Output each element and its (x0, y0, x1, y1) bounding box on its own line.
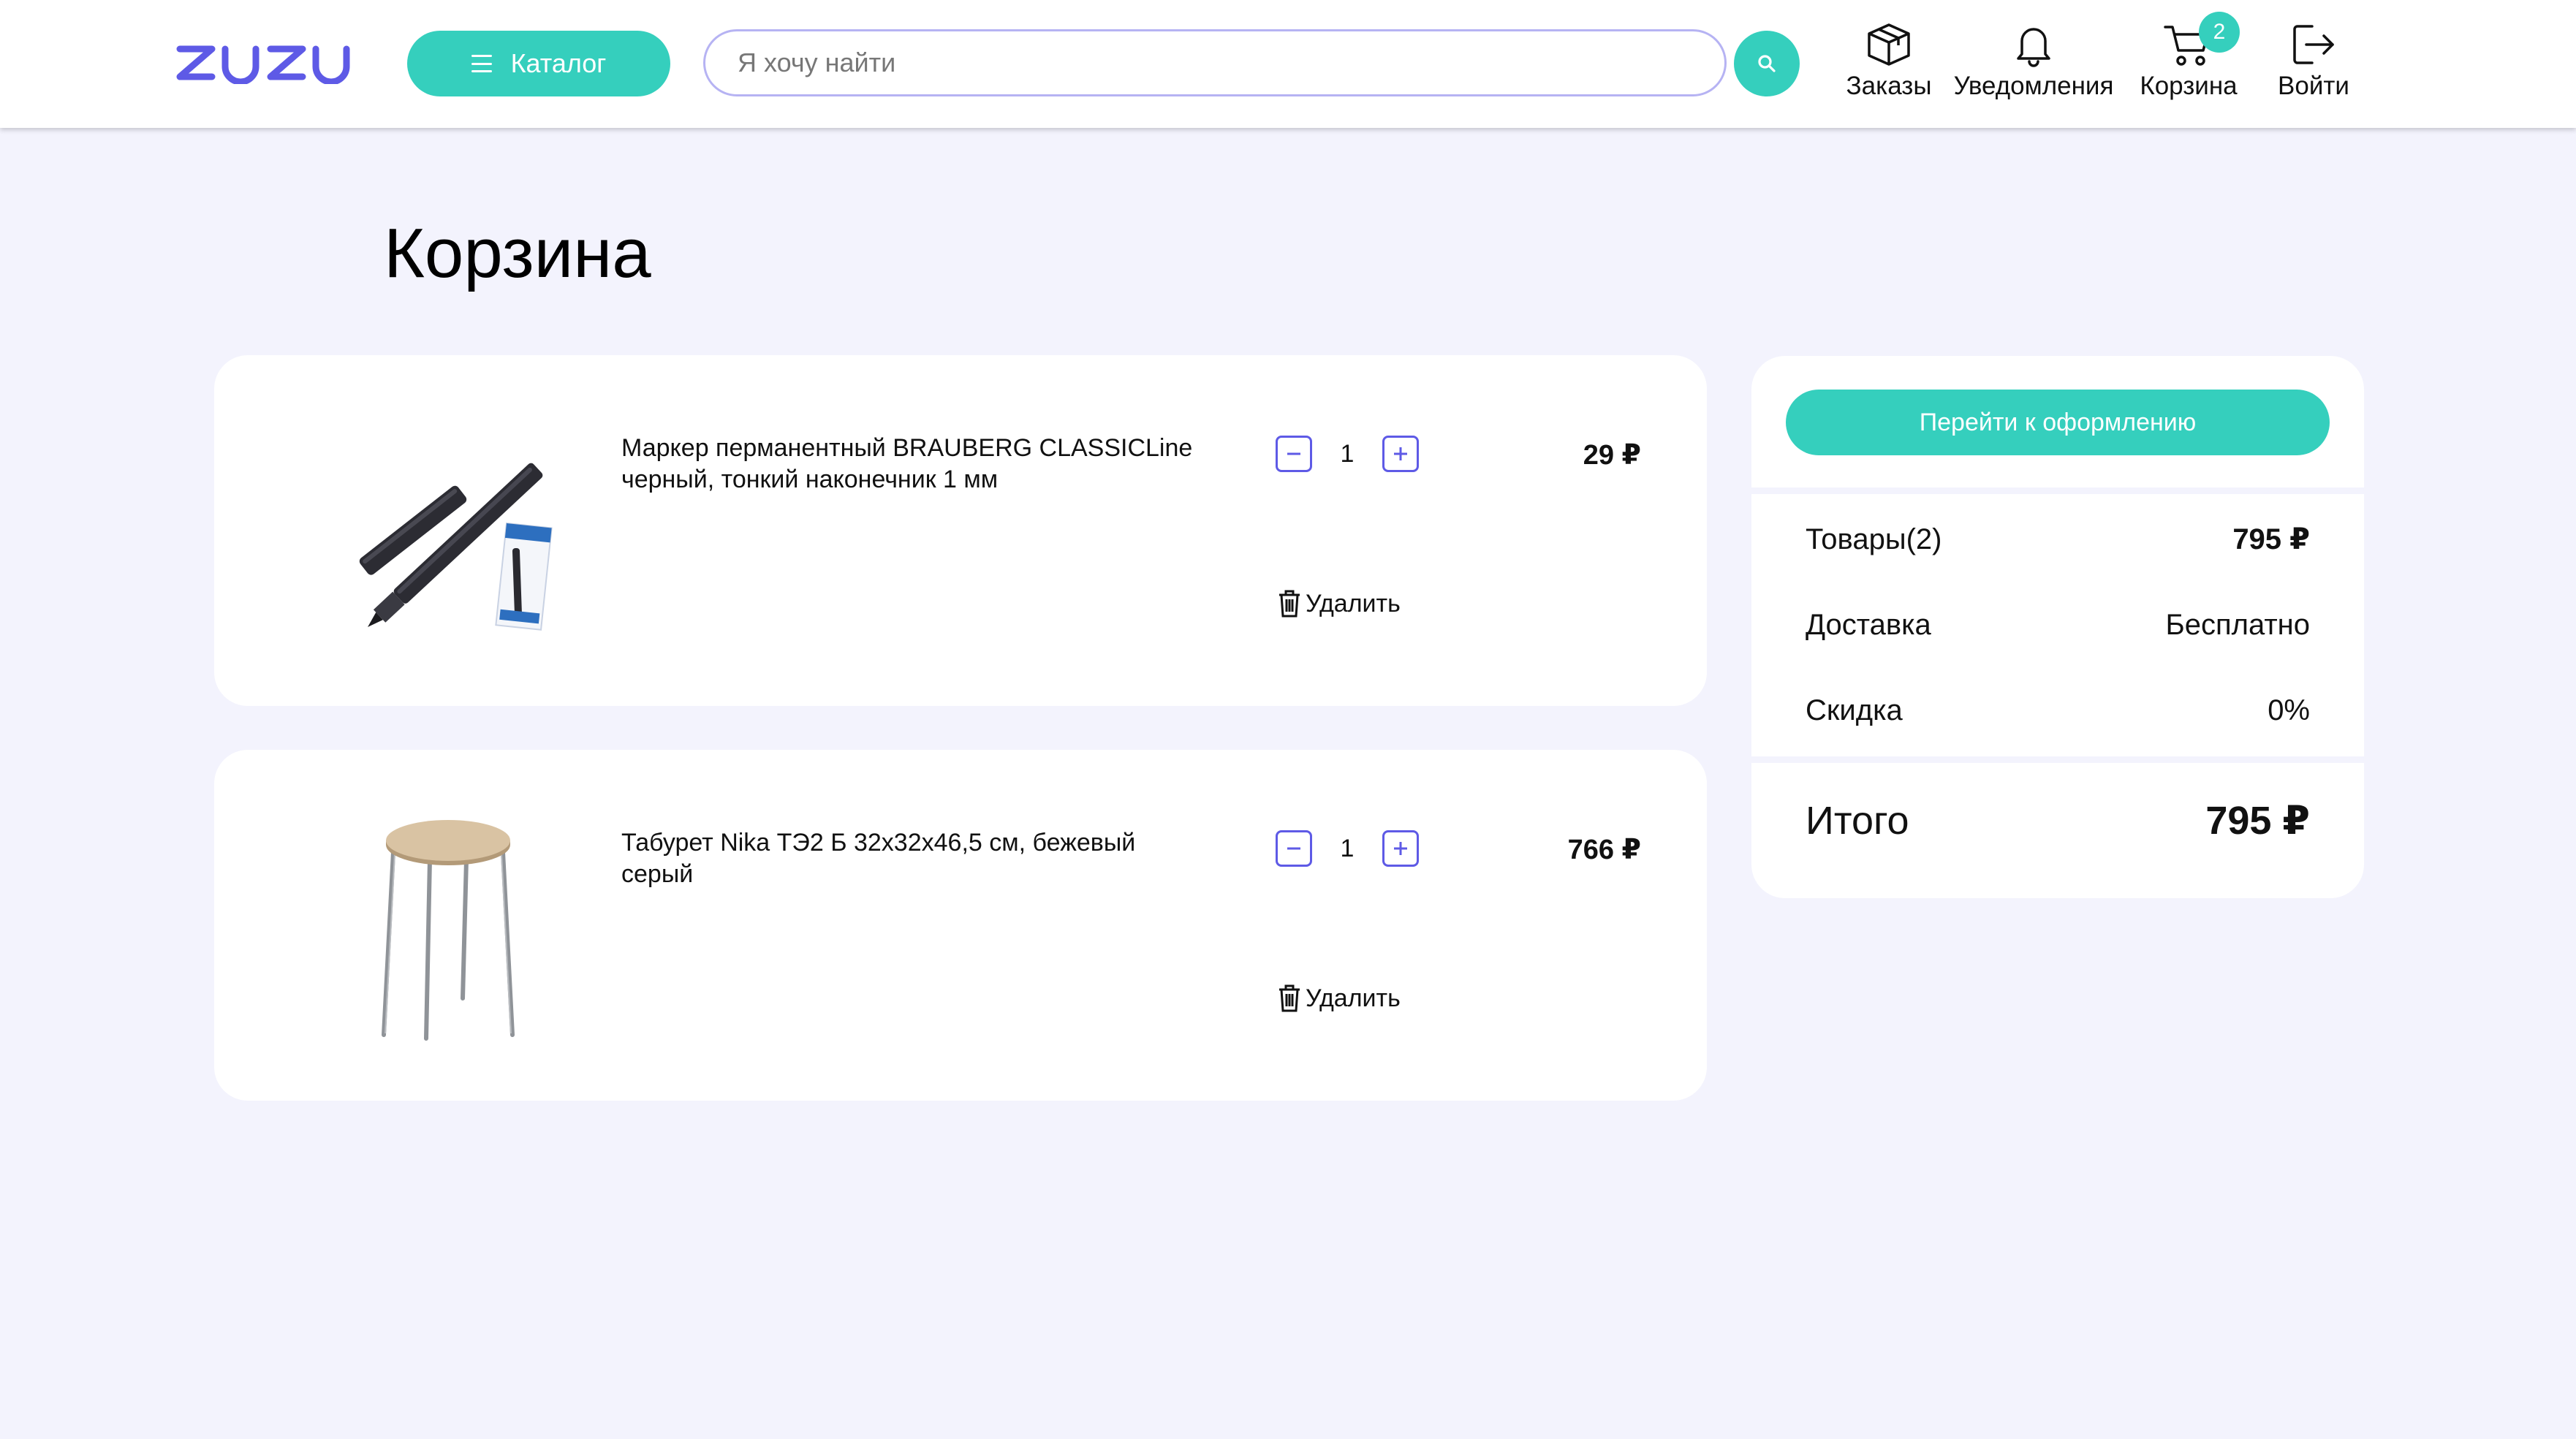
item-price: 29 ₽ (1583, 440, 1641, 471)
quantity-value: 1 (1340, 439, 1355, 468)
summary-goods-row: Товары(2) 795 ₽ (1806, 523, 2310, 556)
nav-cart-label: Корзина (2140, 72, 2238, 100)
quantity-stepper: 1 (1276, 436, 1419, 472)
delete-label: Удалить (1306, 984, 1401, 1012)
catalog-label: Каталог (510, 48, 607, 78)
nav-orders[interactable]: Заказы (1842, 20, 1936, 101)
item-name[interactable]: Табурет Nika ТЭ2 Б 32х32х46,5 см, бежевы… (621, 827, 1199, 890)
item-name[interactable]: Маркер перманентный BRAUBERG CLASSICLine… (621, 433, 1199, 496)
delete-item-button[interactable]: Удалить (1278, 984, 1401, 1013)
minus-icon (1287, 452, 1300, 455)
delivery-label: Доставка (1806, 609, 1931, 641)
summary-total-row: Итого 795 ₽ (1806, 797, 2310, 843)
nav-notifications[interactable]: Уведомления (1950, 20, 2118, 101)
page-title: Корзина (384, 214, 651, 292)
increase-quantity-button[interactable] (1382, 830, 1419, 867)
goods-value: 795 ₽ (2232, 523, 2310, 555)
nav-login[interactable]: Войти (2270, 20, 2357, 101)
stool-image[interactable] (324, 808, 572, 1042)
summary-divider (1751, 487, 2364, 494)
discount-value: 0% (2268, 694, 2310, 726)
zuzu-logo[interactable] (175, 40, 355, 84)
minus-icon (1287, 847, 1300, 850)
summary-divider (1751, 756, 2364, 763)
summary-discount-row: Скидка 0% (1806, 694, 2310, 727)
search-input[interactable] (703, 29, 1727, 96)
search-icon (1758, 55, 1776, 72)
delivery-value: Бесплатно (2165, 609, 2310, 641)
nav-notifications-label: Уведомления (1953, 72, 2114, 100)
order-summary: Перейти к оформлению Товары(2) 795 ₽ Дос… (1751, 356, 2364, 898)
plus-icon (1394, 842, 1407, 855)
total-value: 795 ₽ (2205, 799, 2310, 843)
cart-icon: 2 (2162, 12, 2240, 69)
site-header: Каталог Заказы (0, 0, 2576, 128)
checkout-button[interactable]: Перейти к оформлению (1786, 390, 2330, 455)
increase-quantity-button[interactable] (1382, 436, 1419, 472)
discount-label: Скидка (1806, 694, 1903, 726)
box-icon (1865, 20, 1913, 69)
decrease-quantity-button[interactable] (1276, 830, 1312, 867)
delete-label: Удалить (1306, 589, 1401, 618)
search-button[interactable] (1734, 31, 1800, 96)
menu-icon (471, 55, 492, 72)
nav-cart[interactable]: 2 Корзина (2134, 12, 2243, 101)
cart-item: Маркер перманентный BRAUBERG CLASSICLine… (214, 355, 1707, 706)
item-price: 766 ₽ (1567, 835, 1641, 865)
cart-item: Табурет Nika ТЭ2 Б 32х32х46,5 см, бежевы… (214, 750, 1707, 1101)
marker-image[interactable] (324, 414, 572, 648)
nav-orders-label: Заказы (1846, 72, 1932, 100)
catalog-button[interactable]: Каталог (407, 31, 670, 96)
decrease-quantity-button[interactable] (1276, 436, 1312, 472)
cart-count-badge: 2 (2199, 12, 2240, 53)
delete-item-button[interactable]: Удалить (1278, 589, 1401, 618)
summary-delivery-row: Доставка Бесплатно (1806, 609, 2310, 642)
quantity-stepper: 1 (1276, 830, 1419, 867)
trash-icon (1279, 590, 1300, 618)
nav-login-label: Войти (2278, 72, 2349, 100)
logout-icon (2290, 20, 2337, 69)
goods-label: Товары(2) (1806, 523, 1942, 555)
quantity-value: 1 (1340, 834, 1355, 862)
trash-icon (1279, 984, 1300, 1012)
bell-icon (2012, 20, 2056, 69)
plus-icon (1394, 447, 1407, 460)
total-label: Итого (1806, 798, 1909, 843)
